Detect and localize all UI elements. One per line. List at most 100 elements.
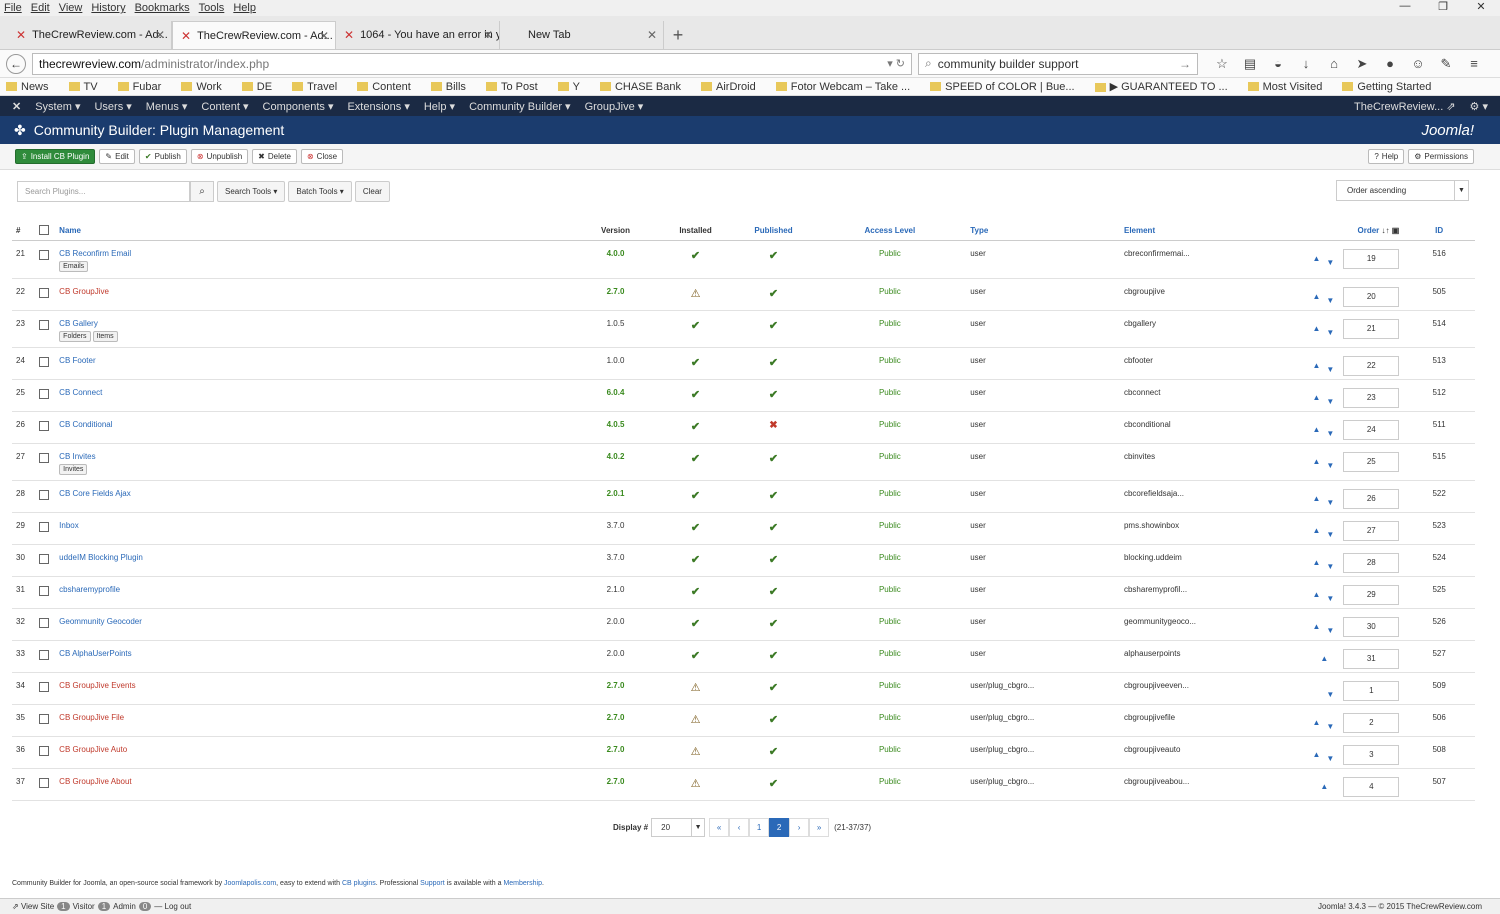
access-level-cell[interactable]: Public [813, 443, 967, 481]
bookmark-item[interactable]: Work [181, 81, 231, 93]
access-level-cell[interactable]: Public [813, 736, 967, 769]
bookmark-item[interactable]: Getting Started [1342, 81, 1441, 93]
chat-icon[interactable]: ☺ [1404, 56, 1432, 72]
access-level-cell[interactable]: Public [813, 768, 967, 801]
joomla-menu-help[interactable]: Help ▾ [424, 100, 455, 113]
published-check-icon[interactable]: ✔ [769, 650, 778, 662]
published-check-icon[interactable]: ✔ [769, 320, 778, 332]
ordering-select[interactable]: Order ascending ▼ [1336, 180, 1469, 201]
access-level-cell[interactable]: Public [813, 347, 967, 380]
move-down-icon[interactable]: ▼ [1326, 328, 1334, 337]
bookmark-item[interactable]: TV [68, 81, 108, 93]
publish-button[interactable]: ✔ Publish [138, 149, 187, 164]
row-checkbox[interactable] [39, 713, 50, 724]
move-up-icon[interactable]: ▲ [1320, 654, 1328, 663]
row-checkbox[interactable] [39, 356, 50, 367]
row-checkbox[interactable] [39, 777, 50, 788]
menu-view[interactable]: View [59, 2, 83, 14]
move-up-icon[interactable]: ▲ [1312, 590, 1320, 599]
page-link[interactable]: « [709, 818, 730, 837]
access-level-cell[interactable]: Public [813, 544, 967, 577]
bookmark-item[interactable]: Content [357, 81, 421, 93]
published-check-icon[interactable]: ✔ [769, 389, 778, 401]
browser-tab[interactable]: ✕ TheCrewReview.com - Ad... ✕ [8, 21, 172, 49]
search-plugins-input[interactable]: Search Plugins... [17, 180, 190, 202]
membership-link[interactable]: Membership [503, 880, 542, 887]
bookmark-item[interactable]: Fubar [117, 81, 172, 93]
browser-tab[interactable]: New Tab ✕ [500, 21, 664, 49]
move-down-icon[interactable]: ▼ [1326, 365, 1334, 374]
plugin-tag-button[interactable]: Items [92, 330, 118, 342]
reading-list-icon[interactable]: ▤ [1236, 56, 1264, 72]
move-up-icon[interactable]: ▲ [1312, 558, 1320, 567]
support-link[interactable]: Support [420, 880, 445, 887]
move-down-icon[interactable]: ▼ [1326, 626, 1334, 635]
row-checkbox[interactable] [39, 521, 50, 532]
plugin-name-link[interactable]: CB Gallery [59, 319, 98, 328]
move-down-icon[interactable]: ▼ [1326, 258, 1334, 267]
joomla-menu-components[interactable]: Components ▾ [263, 100, 334, 113]
order-input[interactable]: 25 [1343, 451, 1400, 472]
move-down-icon[interactable]: ▼ [1326, 461, 1334, 470]
row-checkbox[interactable] [39, 553, 50, 564]
close-tab-icon[interactable]: ✕ [319, 29, 329, 43]
joomla-menu-system[interactable]: System ▾ [35, 100, 80, 113]
move-down-icon[interactable]: ▼ [1326, 429, 1334, 438]
col-access[interactable]: Access Level [813, 222, 967, 241]
move-up-icon[interactable]: ▲ [1312, 457, 1320, 466]
published-check-icon[interactable]: ✔ [769, 554, 778, 566]
site-link[interactable]: TheCrewReview... ⇗ [1340, 100, 1456, 113]
access-level-cell[interactable]: Public [813, 640, 967, 673]
joomla-menu-menus[interactable]: Menus ▾ [146, 100, 188, 113]
order-input[interactable]: 2 [1343, 712, 1400, 733]
plugin-name-link[interactable]: CB Core Fields Ajax [59, 489, 131, 498]
reload-icon[interactable]: ▾ ↻ [887, 57, 905, 70]
move-up-icon[interactable]: ▲ [1312, 254, 1320, 263]
move-up-icon[interactable]: ▲ [1312, 292, 1320, 301]
joomla-menu-groupjive[interactable]: GroupJive ▾ [585, 100, 644, 113]
order-input[interactable]: 19 [1343, 248, 1400, 269]
order-input[interactable]: 31 [1343, 648, 1400, 669]
col-element[interactable]: Element [1119, 222, 1293, 241]
menu-bookmarks[interactable]: Bookmarks [135, 2, 190, 14]
order-input[interactable]: 21 [1343, 318, 1400, 339]
download-icon[interactable]: ↓ [1292, 56, 1320, 72]
page-link[interactable]: ‹ [729, 818, 750, 837]
published-check-icon[interactable]: ✔ [769, 746, 778, 758]
order-input[interactable]: 23 [1343, 387, 1400, 408]
close-tab-icon[interactable]: ✕ [483, 28, 493, 42]
logout-link[interactable]: — Log out [154, 902, 191, 911]
access-level-cell[interactable]: Public [813, 704, 967, 737]
bookmark-item[interactable]: News [6, 81, 59, 93]
joomlapolis-link[interactable]: Joomlapolis.com [224, 880, 276, 887]
move-up-icon[interactable]: ▲ [1312, 425, 1320, 434]
bookmark-item[interactable]: Bills [430, 81, 476, 93]
page-link[interactable]: › [789, 818, 810, 837]
search-button[interactable]: ⌕ [190, 180, 214, 202]
access-level-cell[interactable]: Public [813, 310, 967, 348]
order-input[interactable]: 20 [1343, 286, 1400, 307]
joomla-menu-content[interactable]: Content ▾ [201, 100, 248, 113]
search-go-icon[interactable]: → [1179, 57, 1191, 71]
row-checkbox[interactable] [39, 649, 50, 660]
plugin-name-link[interactable]: uddeIM Blocking Plugin [59, 553, 143, 562]
view-site-link[interactable]: ⇗ View Site [12, 902, 54, 911]
browser-search-input[interactable]: ⌕ community builder support → [918, 52, 1198, 75]
move-up-icon[interactable]: ▲ [1320, 782, 1328, 791]
access-level-cell[interactable]: Public [813, 576, 967, 609]
access-level-cell[interactable]: Public [813, 672, 967, 705]
published-check-icon[interactable]: ✔ [769, 522, 778, 534]
unpublish-button[interactable]: ⊗ Unpublish [190, 149, 249, 164]
order-input[interactable]: 24 [1343, 419, 1400, 440]
plugin-name-link[interactable]: CB GroupJive About [59, 777, 131, 786]
joomla-menu-community-builder[interactable]: Community Builder ▾ [469, 100, 571, 113]
move-down-icon[interactable]: ▼ [1326, 690, 1334, 699]
published-check-icon[interactable]: ✔ [769, 618, 778, 630]
order-input[interactable]: 29 [1343, 584, 1400, 605]
published-check-icon[interactable]: ✔ [769, 490, 778, 502]
row-checkbox[interactable] [39, 420, 50, 431]
published-check-icon[interactable]: ✔ [769, 453, 778, 465]
published-check-icon[interactable]: ✔ [769, 778, 778, 790]
bookmark-item[interactable]: CHASE Bank [599, 81, 691, 93]
plugin-tag-button[interactable]: Invites [59, 463, 88, 475]
